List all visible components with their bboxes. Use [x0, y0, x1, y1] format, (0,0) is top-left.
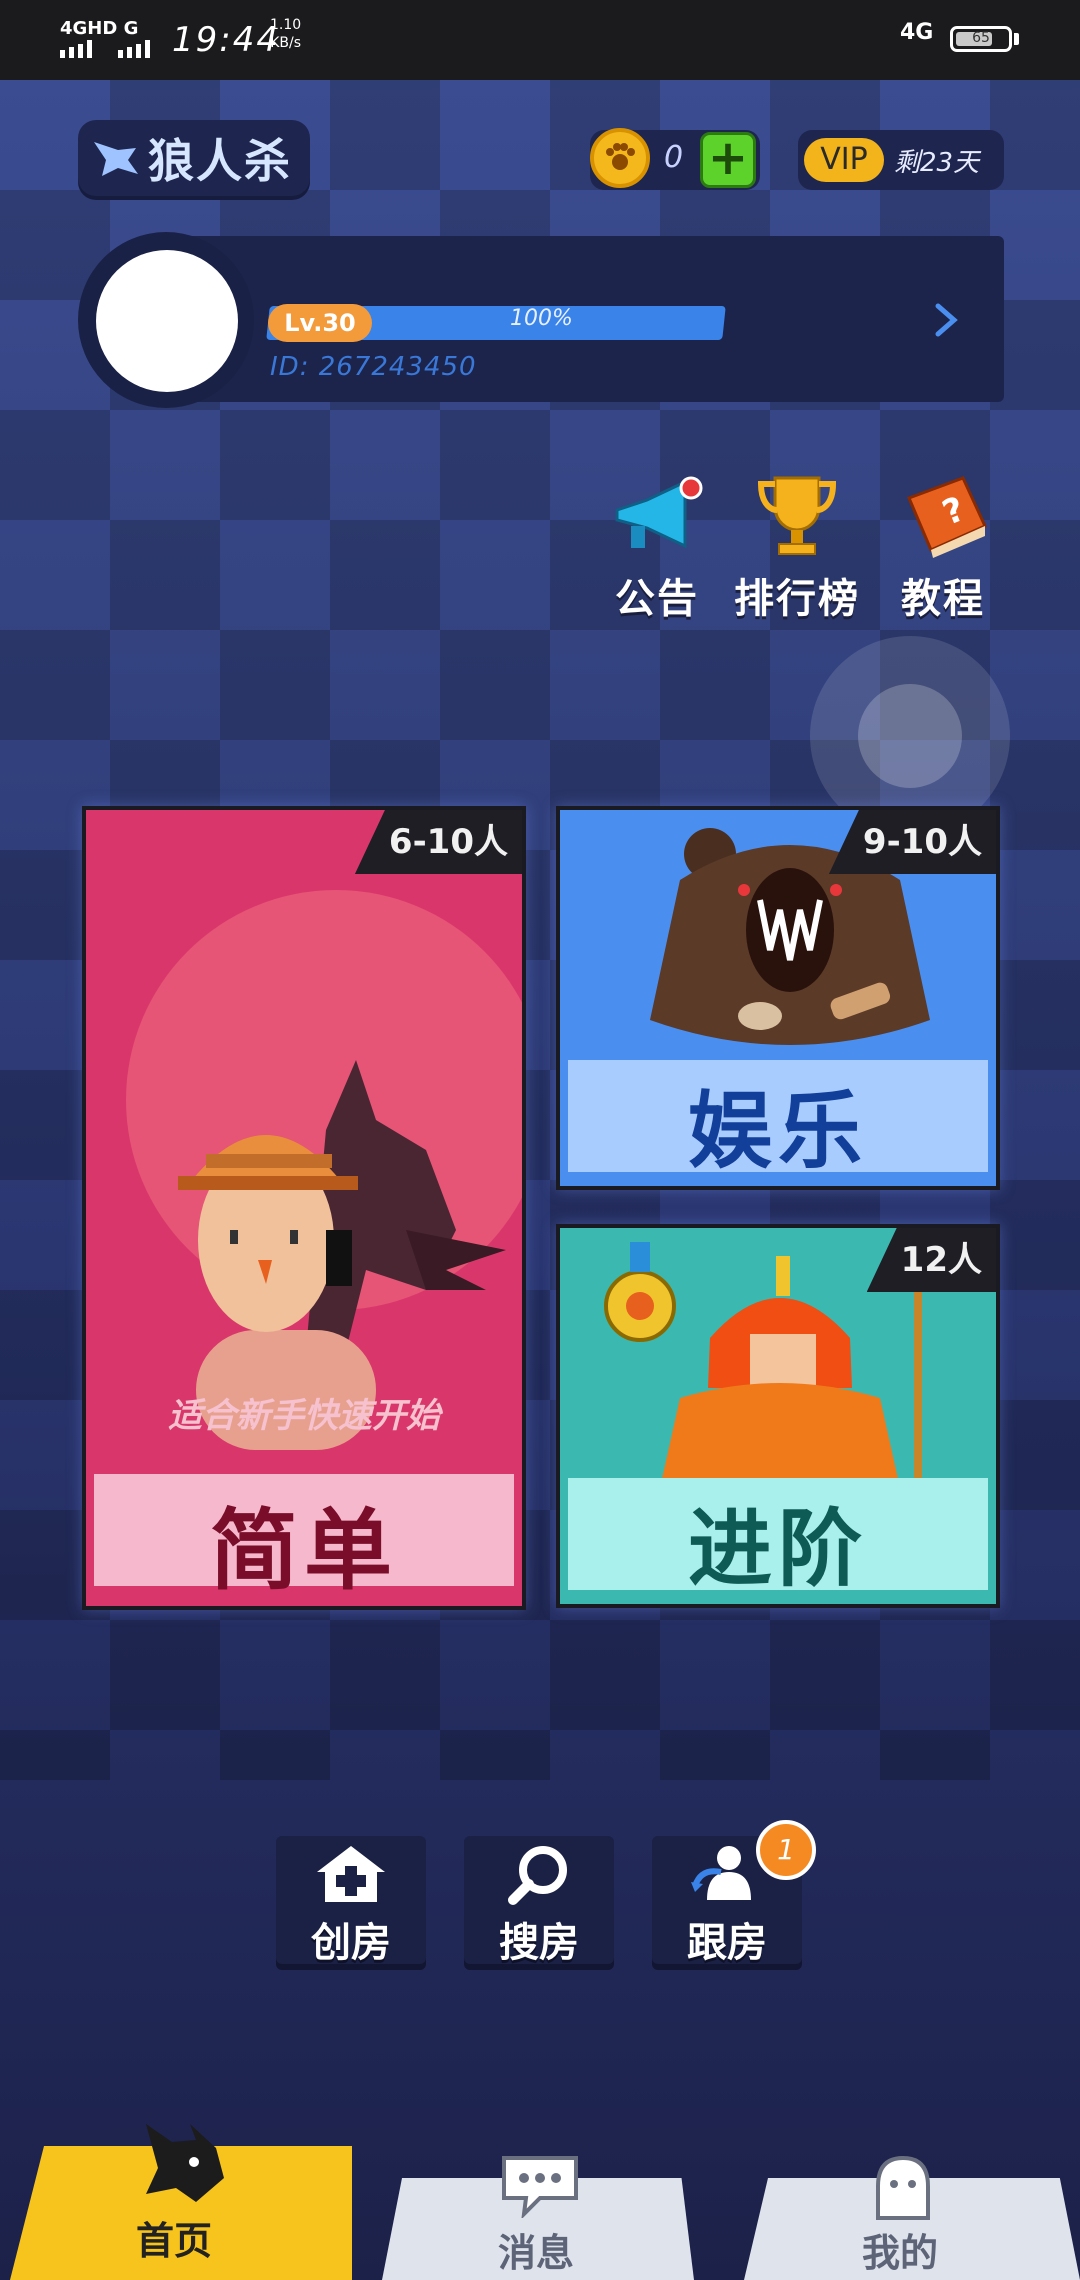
leaderboard-label: 排行榜	[734, 576, 860, 622]
easy-banner: 简单	[94, 1474, 514, 1602]
leaderboard-button[interactable]: 排行榜	[732, 470, 862, 624]
coin-balance: 0 +	[590, 128, 760, 190]
nav-messages-label: 消息	[498, 2231, 575, 2275]
add-coins-button[interactable]: +	[700, 132, 756, 188]
battery-icon: 65	[950, 26, 1012, 52]
status-bar: 4GHD G 19:44 1.10 KB/s 4G 65	[0, 0, 1080, 80]
avatar[interactable]	[96, 250, 238, 392]
tutorial-label: 教程	[901, 576, 985, 622]
clock: 19:44	[172, 20, 280, 60]
network-speed: 1.10 KB/s	[270, 16, 301, 52]
mode-card-fun[interactable]: 9-10人 娱乐	[556, 806, 1000, 1190]
fun-banner: 娱乐	[568, 1060, 988, 1180]
swirl-decoration-inner	[858, 684, 962, 788]
battery-text: 65	[972, 30, 990, 46]
network-type-left: 4GHD G	[60, 18, 139, 39]
paw-coin-icon	[590, 128, 650, 188]
wolf-villager-illustration	[178, 1060, 506, 1450]
battery-tip	[1014, 33, 1019, 45]
mode-card-advanced[interactable]: 12人 进阶	[556, 1224, 1000, 1608]
signal-icon-2	[118, 38, 150, 58]
mode-card-easy[interactable]: 6-10人 适合新手快速开始 简单	[82, 806, 526, 1610]
speed-unit: KB/s	[270, 35, 301, 51]
vip-status[interactable]: VIP 剩23天	[798, 130, 1004, 190]
follow-room-label: 跟房	[687, 1920, 767, 1966]
nav-home-label: 首页	[136, 2219, 213, 2263]
follow-user-icon	[691, 1846, 751, 1900]
wolf-logo-icon	[94, 142, 138, 176]
chevron-right-icon[interactable]	[926, 300, 966, 340]
signal-icon-1	[60, 38, 92, 58]
home-screen: 4GHD G 19:44 1.10 KB/s 4G 65 狼人杀 0 + VIP…	[0, 0, 1080, 2280]
advanced-banner: 进阶	[568, 1478, 988, 1598]
network-type-right: 4G	[900, 20, 934, 45]
speed-value: 1.10	[270, 17, 302, 33]
easy-subtitle: 适合新手快速开始	[168, 1396, 440, 1436]
search-room-button[interactable]: 搜房	[464, 1836, 614, 1966]
nav-mine-label: 我的	[862, 2231, 939, 2275]
advanced-title: 进阶	[687, 1500, 868, 1598]
logo-text: 狼人杀	[148, 134, 292, 188]
app-logo: 狼人杀	[78, 120, 310, 196]
create-room-label: 创房	[311, 1920, 391, 1966]
easy-player-count: 6-10人	[354, 810, 522, 874]
search-room-label: 搜房	[499, 1920, 579, 1966]
announcement-button[interactable]: 公告	[602, 470, 712, 624]
question-book-icon: ?	[907, 476, 987, 558]
wolf-head-icon	[146, 2124, 224, 2202]
create-room-button[interactable]: 创房	[276, 1836, 426, 1966]
level-progress-text: 100%	[510, 306, 573, 331]
trophy-icon	[757, 476, 837, 555]
chat-bubble-icon	[502, 2156, 578, 2218]
megaphone-icon	[615, 476, 703, 549]
coin-count: 0	[664, 140, 684, 175]
tutorial-button[interactable]: ? 教程	[888, 470, 998, 624]
follow-notification-badge: 1	[756, 1820, 816, 1880]
vip-badge: VIP	[804, 138, 884, 182]
easy-title: 简单	[209, 1499, 398, 1602]
house-plus-icon	[317, 1846, 385, 1902]
fun-title: 娱乐	[687, 1082, 868, 1180]
player-id: ID: 267243450	[270, 352, 477, 382]
announcement-label: 公告	[615, 576, 699, 622]
vip-remaining: 剩23天	[894, 148, 980, 178]
user-ghost-icon	[876, 2155, 930, 2220]
magnifier-icon	[508, 1846, 567, 1905]
level-badge: Lv.30	[268, 304, 372, 342]
